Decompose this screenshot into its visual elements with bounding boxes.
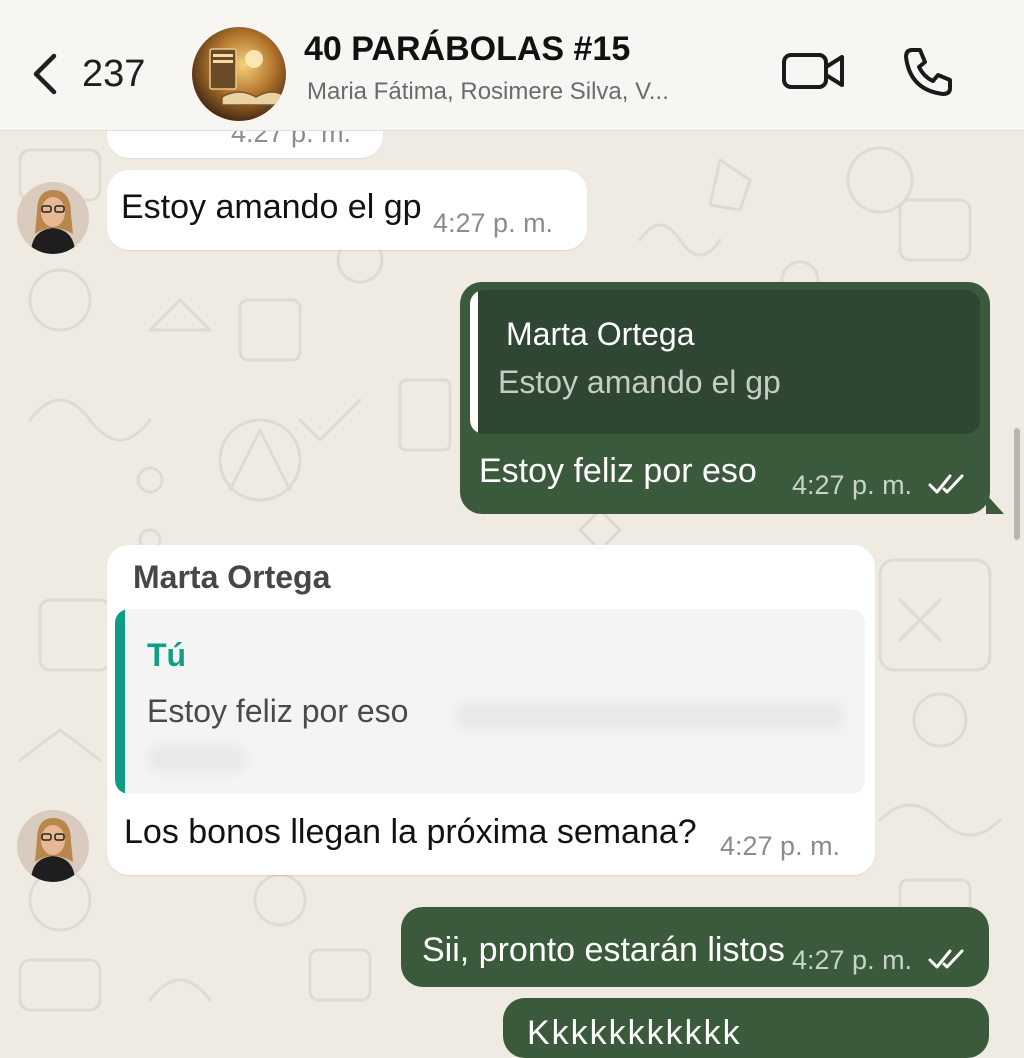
- avatar[interactable]: [17, 182, 89, 254]
- double-check-icon: [928, 474, 964, 494]
- group-avatar[interactable]: [192, 27, 286, 121]
- message-time: 4:27 p. m.: [433, 208, 554, 238]
- message-bubble-incoming-reply[interactable]: Marta Ortega Tú Estoy feliz por eso Los …: [107, 545, 875, 875]
- video-call-icon: [782, 53, 844, 89]
- message-text: Estoy feliz por eso: [479, 452, 757, 490]
- group-members[interactable]: Maria Fátima, Rosimere Silva, V...: [307, 78, 669, 106]
- voice-call-button[interactable]: [900, 44, 956, 100]
- chat-header: 237 40 PARÁBOLAS #15 Maria Fátima, Rosim…: [0, 0, 1024, 131]
- message-time: 4:27 p. m.: [720, 831, 841, 861]
- message-time: 4:27 p. m.: [792, 470, 913, 500]
- quote-author: Marta Ortega: [506, 316, 695, 352]
- message-bubble-outgoing[interactable]: Sii, pronto estarán listos 4:27 p. m.: [401, 907, 989, 987]
- message-time: 4:27 p. m.: [792, 945, 913, 975]
- blurred-text: [455, 701, 845, 731]
- quote-text: Estoy feliz por eso: [147, 693, 409, 729]
- message-text: Los bonos llegan la próxima semana?: [124, 813, 697, 851]
- group-title[interactable]: 40 PARÁBOLAS #15: [304, 30, 630, 69]
- chevron-left-icon: [33, 53, 57, 95]
- message-bubble-outgoing-reply[interactable]: Marta Ortega Estoy amando el gp Estoy fe…: [460, 282, 990, 514]
- quote-accent-bar: [115, 609, 125, 794]
- message-text: Sii, pronto estarán listos: [422, 931, 785, 969]
- user-photo-icon: [17, 182, 89, 254]
- scrollbar[interactable]: [1014, 428, 1020, 540]
- message-text: Kkkkkkkkkkk: [527, 1014, 742, 1052]
- double-check-icon: [928, 949, 964, 969]
- video-call-button[interactable]: [780, 47, 846, 95]
- back-button[interactable]: 237: [28, 46, 168, 102]
- blurred-text: [147, 745, 247, 773]
- quote-text: Estoy amando el gp: [498, 364, 781, 400]
- quote-accent-bar: [470, 290, 478, 434]
- message-bubble-outgoing-partial[interactable]: Kkkkkkkkkkk: [503, 998, 989, 1058]
- message-text: Estoy amando el gp: [121, 188, 422, 226]
- quoted-message[interactable]: Tú Estoy feliz por eso: [115, 609, 865, 794]
- bubble-tail: [986, 494, 1004, 514]
- phone-icon: [904, 48, 952, 96]
- unread-count: 237: [82, 52, 146, 95]
- message-bubble-incoming[interactable]: Estoy amando el gp 4:27 p. m.: [107, 170, 587, 250]
- user-photo-icon: [17, 810, 89, 882]
- quote-author: Tú: [147, 637, 187, 673]
- sender-name: Marta Ortega: [133, 559, 331, 595]
- quoted-message[interactable]: Marta Ortega Estoy amando el gp: [470, 290, 980, 434]
- book-cover-icon: [192, 27, 286, 121]
- avatar[interactable]: [17, 810, 89, 882]
